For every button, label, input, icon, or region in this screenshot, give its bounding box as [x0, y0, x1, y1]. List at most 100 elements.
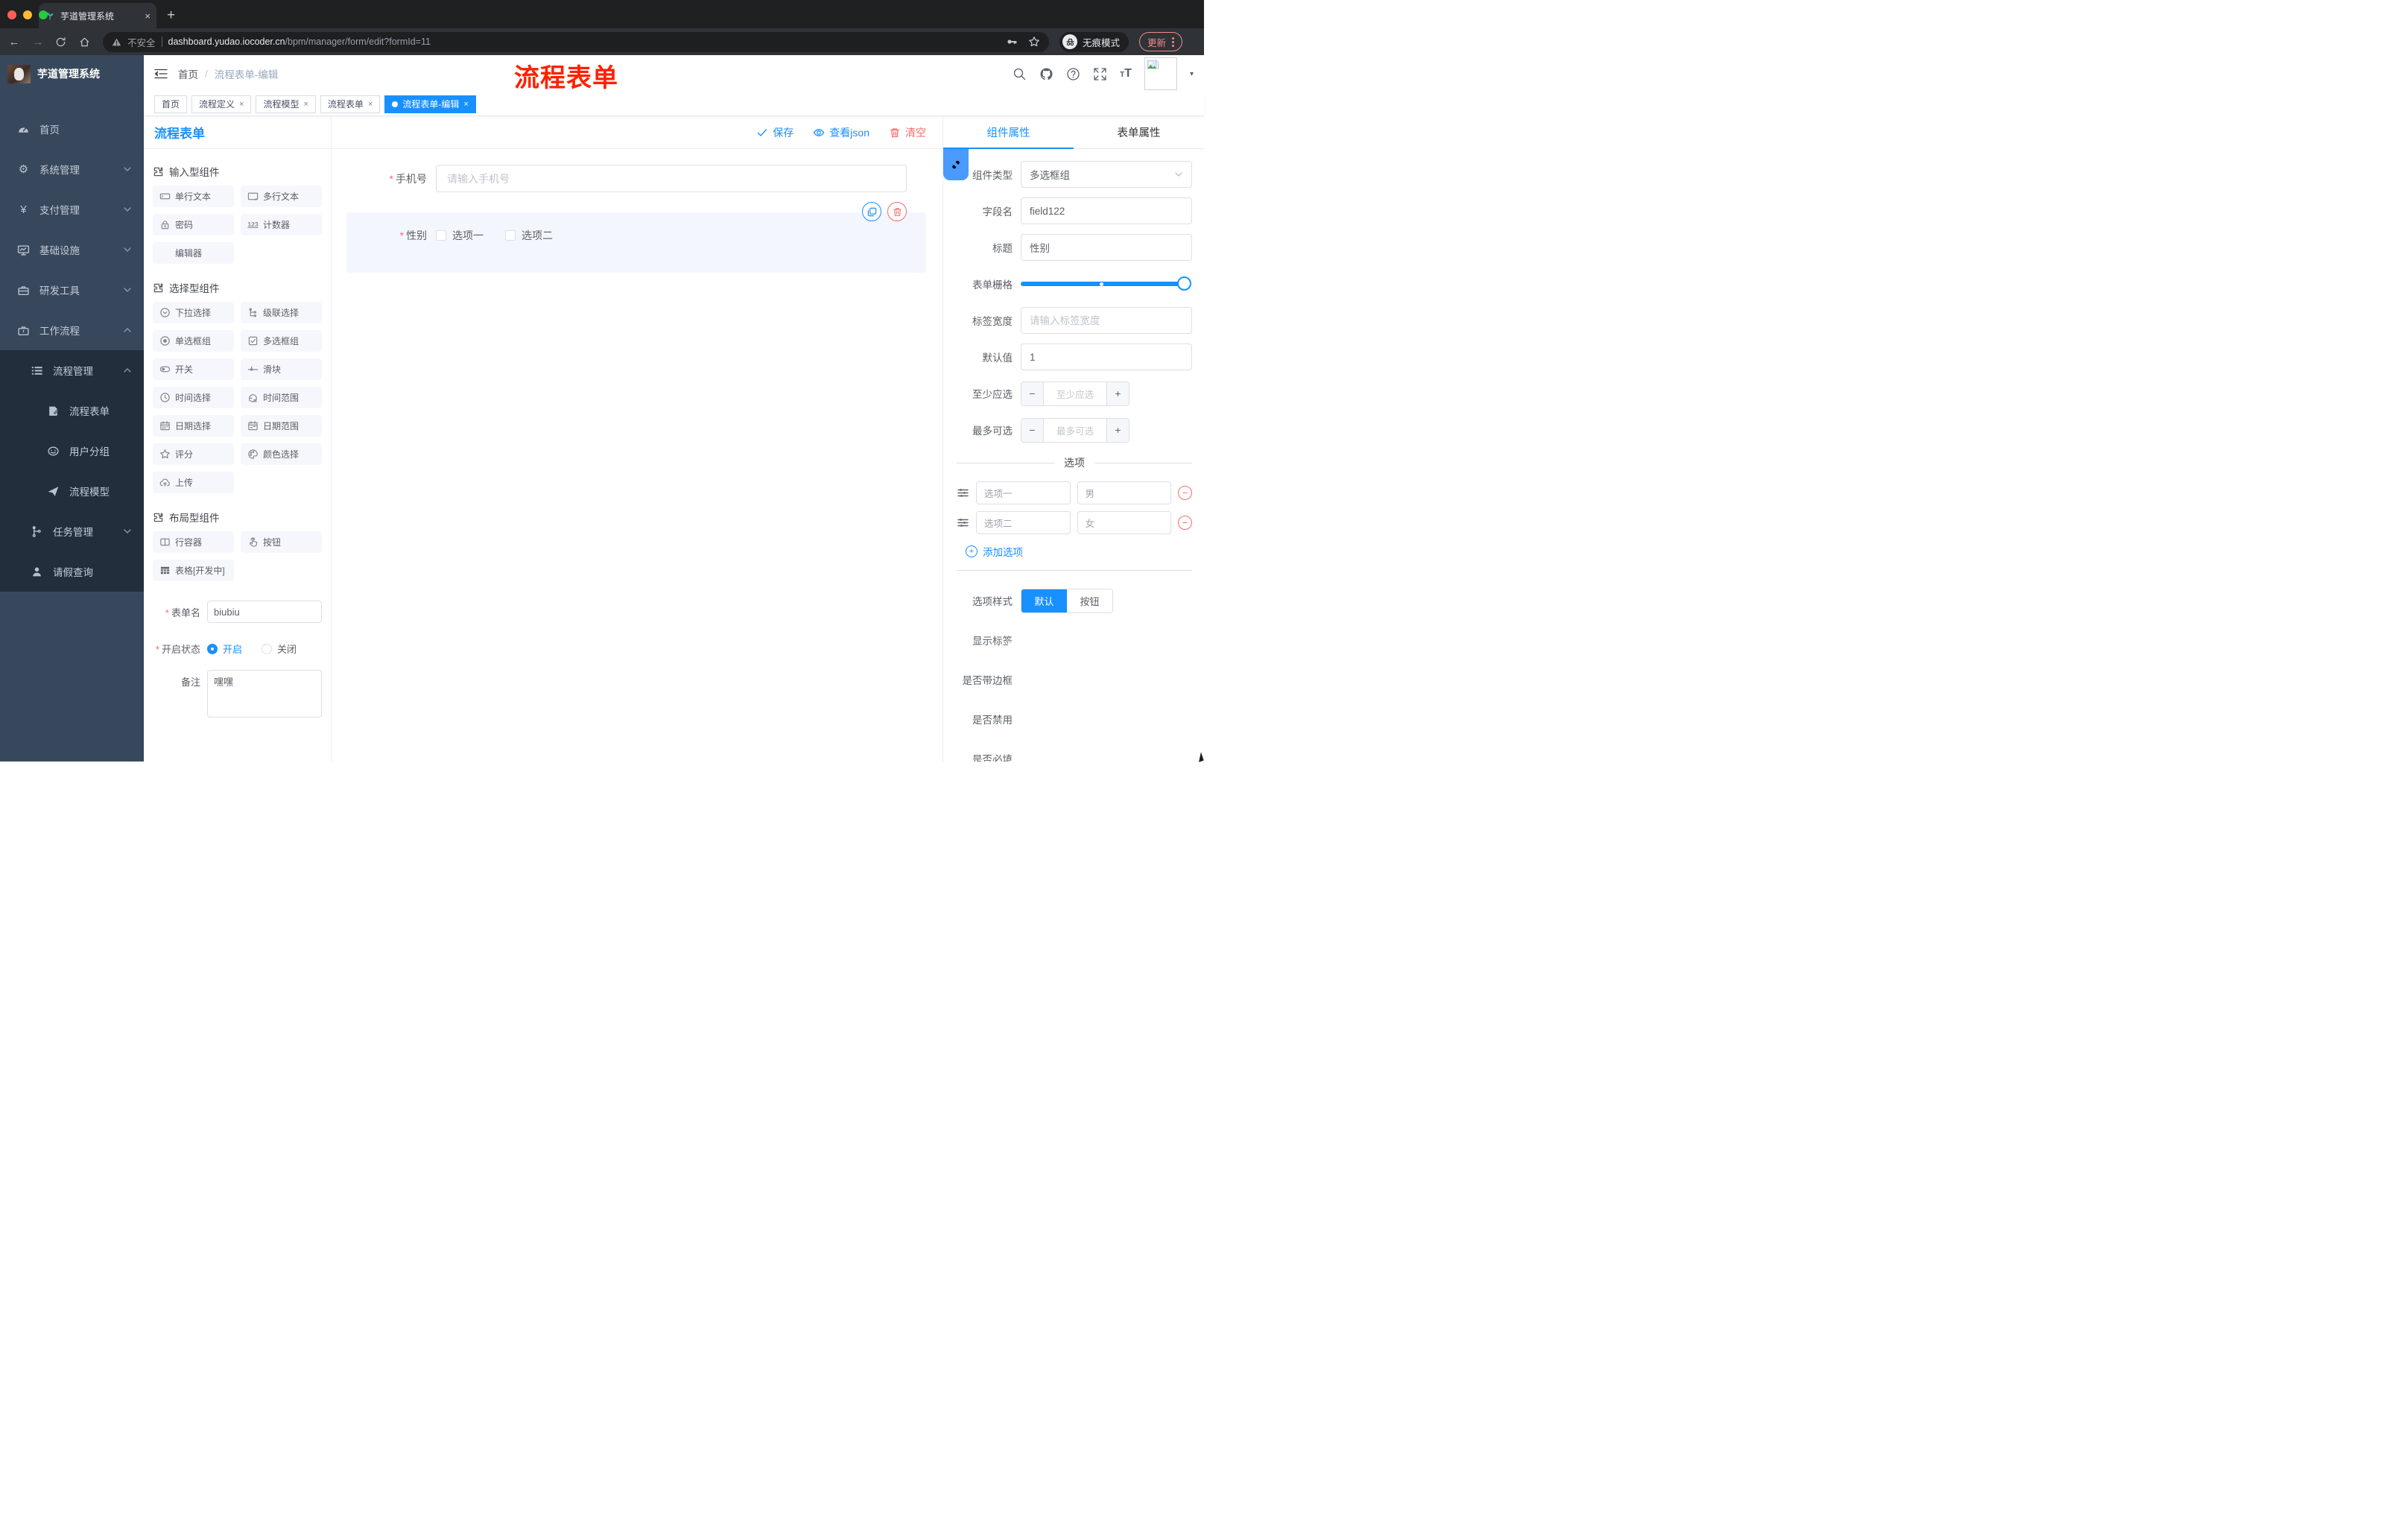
component-multi-text[interactable]: 多行文本 [241, 186, 322, 207]
view-tab-process-def[interactable]: 流程定义 × [191, 95, 252, 113]
help-icon[interactable] [1066, 67, 1080, 81]
breadcrumb-home[interactable]: 首页 [178, 66, 198, 81]
minus-icon[interactable]: − [1021, 418, 1044, 442]
component-upload[interactable]: 上传 [153, 472, 234, 493]
component-color-picker[interactable]: 颜色选择 [241, 443, 322, 465]
view-tab-process-form[interactable]: 流程表单 × [320, 95, 381, 113]
home-icon[interactable] [79, 37, 92, 48]
component-table[interactable]: 表格[开发中] [153, 560, 234, 581]
max-select-placeholder[interactable]: 最多可选 [1044, 419, 1106, 442]
tab-form-props[interactable]: 表单属性 [1074, 116, 1204, 148]
new-tab-button[interactable]: + [167, 7, 175, 24]
remove-option1-button[interactable]: − [1178, 486, 1192, 500]
component-rate[interactable]: 评分 [153, 443, 234, 465]
close-icon[interactable]: × [463, 100, 468, 109]
gender-option2-checkbox[interactable]: 选项二 [505, 228, 553, 243]
option1-label-input[interactable] [976, 481, 1071, 504]
component-editor[interactable]: 编辑器 [153, 242, 234, 264]
clear-button[interactable]: 清空 [889, 125, 926, 140]
close-icon[interactable]: × [368, 100, 373, 109]
remove-option2-button[interactable]: − [1178, 516, 1192, 530]
view-json-button[interactable]: 查看json [813, 125, 869, 140]
phone-input[interactable] [436, 165, 907, 192]
close-icon[interactable]: × [239, 100, 244, 109]
view-tab-process-form-edit[interactable]: 流程表单-编辑 × [384, 95, 476, 113]
gender-option1-checkbox[interactable]: 选项一 [436, 228, 484, 243]
component-password[interactable]: 密码 [153, 214, 234, 235]
reload-icon[interactable] [55, 37, 69, 48]
field-name-input[interactable] [1021, 197, 1192, 224]
save-button[interactable]: 保存 [756, 125, 793, 140]
component-time-range[interactable]: 时间范围 [241, 387, 322, 408]
status-on-radio[interactable]: 开启 [207, 642, 242, 656]
sidebar-item-dev[interactable]: 研发工具 [0, 270, 144, 310]
sidebar-item-pay[interactable]: ¥ 支付管理 [0, 189, 144, 229]
option1-value-input[interactable] [1077, 481, 1171, 504]
canvas-field-phone[interactable]: 手机号 [364, 165, 907, 192]
address-bar[interactable]: 不安全 dashboard.yudao.iocoder.cn/bpm/manag… [103, 31, 1049, 52]
sidebar-item-user-group[interactable]: 用户分组 [0, 431, 144, 471]
not-secure-label[interactable]: 不安全 [127, 35, 156, 49]
password-key-icon[interactable] [1006, 36, 1018, 48]
option2-label-input[interactable] [976, 511, 1071, 534]
sidebar-item-infra[interactable]: 基础设施 [0, 229, 144, 270]
status-off-radio[interactable]: 关闭 [262, 642, 297, 656]
component-type-select[interactable]: 多选框组 [1021, 161, 1192, 188]
component-row-container[interactable]: 行容器 [153, 531, 234, 553]
plus-icon[interactable]: + [1106, 418, 1129, 442]
view-tab-process-model[interactable]: 流程模型 × [256, 95, 316, 113]
component-cascader[interactable]: 级联选择 [241, 302, 322, 323]
style-button-button[interactable]: 按钮 [1067, 589, 1112, 612]
github-icon[interactable] [1039, 67, 1054, 81]
search-icon[interactable] [1013, 67, 1027, 81]
font-size-icon[interactable]: TT [1120, 67, 1132, 80]
form-name-input[interactable] [207, 601, 322, 623]
plus-icon[interactable]: + [1106, 381, 1129, 405]
minimize-window-button[interactable] [23, 10, 32, 19]
sidebar-item-task-mgmt[interactable]: 任务管理 [0, 511, 144, 551]
min-select-placeholder[interactable]: 至少应选 [1044, 382, 1106, 405]
title-input[interactable] [1021, 234, 1192, 261]
url-text[interactable]: dashboard.yudao.iocoder.cn/bpm/manager/f… [168, 37, 431, 47]
slider-handle[interactable] [1177, 276, 1191, 291]
option2-value-input[interactable] [1077, 511, 1171, 534]
link-tag[interactable] [943, 149, 969, 180]
view-tab-home[interactable]: 首页 [154, 95, 188, 113]
back-icon[interactable]: ← [7, 36, 21, 48]
duplicate-field-button[interactable] [862, 202, 881, 221]
component-button[interactable]: 按钮 [241, 531, 322, 553]
sidebar-item-system[interactable]: ⚙ 系统管理 [0, 149, 144, 189]
component-slider[interactable]: 滑块 [241, 358, 322, 380]
delete-field-button[interactable] [887, 202, 907, 221]
component-select[interactable]: 下拉选择 [153, 302, 234, 323]
forward-icon[interactable]: → [31, 36, 45, 48]
close-tab-icon[interactable]: × [145, 10, 150, 22]
form-remark-textarea[interactable]: 嘿嘿 [207, 670, 322, 718]
component-time-picker[interactable]: 时间选择 [153, 387, 234, 408]
collapse-sidebar-icon[interactable] [154, 68, 168, 80]
form-grid-slider[interactable] [1021, 276, 1191, 291]
component-date-range[interactable]: 日期范围 [241, 415, 322, 437]
zoom-window-button[interactable] [39, 10, 48, 19]
browser-menu-icon[interactable] [1172, 37, 1175, 47]
fullscreen-icon[interactable] [1093, 67, 1107, 81]
drag-handle-icon[interactable] [957, 516, 969, 529]
sidebar-item-leave-query[interactable]: 请假查询 [0, 551, 144, 592]
sidebar-item-workflow[interactable]: 工作流程 [0, 310, 144, 350]
sidebar-item-home[interactable]: 首页 [0, 109, 144, 149]
window-controls[interactable] [7, 10, 48, 19]
add-option-button[interactable]: + 添加选项 [966, 544, 1192, 559]
minus-icon[interactable]: − [1021, 381, 1044, 405]
avatar-caret-icon[interactable]: ▾ [1190, 70, 1194, 78]
sidebar-item-process-mgmt[interactable]: 流程管理 [0, 350, 144, 390]
sidebar-item-process-form[interactable]: 流程表单 [0, 390, 144, 431]
component-date-picker[interactable]: 日期选择 [153, 415, 234, 437]
update-label[interactable]: 更新 [1147, 35, 1166, 49]
avatar[interactable] [1144, 57, 1177, 90]
close-icon[interactable]: × [303, 100, 308, 109]
canvas-field-gender-selected[interactable]: 性别 选项一 选项二 [346, 202, 926, 273]
component-single-text[interactable]: 单行文本 [153, 186, 234, 207]
drag-handle-icon[interactable] [957, 487, 969, 499]
component-counter[interactable]: 123 计数器 [241, 214, 322, 235]
default-value-input[interactable] [1021, 343, 1192, 370]
